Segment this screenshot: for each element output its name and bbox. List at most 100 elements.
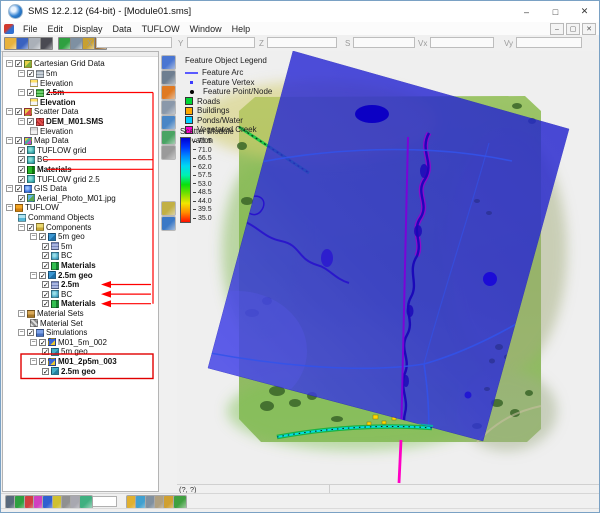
tree-item-elevation[interactable]: Elevation [3, 78, 73, 88]
visibility-checkbox[interactable]: ✓ [39, 233, 46, 240]
rotate-icon[interactable] [161, 85, 176, 100]
visibility-checkbox[interactable]: ✓ [27, 118, 34, 125]
mdi-close-button[interactable]: ✕ [582, 23, 596, 35]
visibility-checkbox[interactable]: ✓ [42, 291, 49, 298]
module-toolbar-field[interactable] [89, 496, 117, 507]
visibility-checkbox[interactable]: ✓ [27, 89, 34, 96]
visibility-checkbox[interactable]: ✓ [15, 137, 22, 144]
tree-item-2-5m-geo[interactable]: −✓2.5m geo [3, 270, 93, 280]
refresh-view-icon[interactable] [161, 216, 176, 231]
expander-icon[interactable]: − [18, 70, 25, 77]
visibility-checkbox[interactable]: ✓ [18, 147, 25, 154]
project-explorer[interactable]: −✓Cartesian Grid Data−✓5mElevation−✓2.5m… [2, 51, 159, 492]
expander-icon[interactable]: − [6, 137, 13, 144]
visibility-checkbox[interactable]: ✓ [39, 272, 46, 279]
tree-item-tuflow-grid-2-5[interactable]: ✓TUFLOW grid 2.5 [3, 174, 100, 184]
coord-input-vy[interactable] [516, 37, 582, 48]
visibility-checkbox[interactable]: ✓ [15, 108, 22, 115]
image-icon[interactable] [161, 130, 176, 145]
tree-item-2-5m-geo[interactable]: ✓2.5m geo [3, 366, 96, 376]
menu-window[interactable]: Window [185, 24, 227, 34]
tree-item-m01-5m-002[interactable]: −✓M01_5m_002 [3, 337, 107, 347]
menu-edit[interactable]: Edit [43, 24, 69, 34]
tree-item-aerial-photo-m01-jpg[interactable]: ✓Aerial_Photo_M01.jpg [3, 193, 116, 203]
quadtree-module-icon[interactable] [79, 495, 93, 509]
expander-icon[interactable]: − [6, 108, 13, 115]
visibility-checkbox[interactable]: ✓ [27, 70, 34, 77]
expander-icon[interactable]: − [30, 233, 37, 240]
tree-item-material-sets[interactable]: −Material Sets [3, 309, 84, 319]
coord-input-z[interactable] [267, 37, 337, 48]
coord-input-x[interactable] [96, 37, 172, 48]
mdi-restore-button[interactable]: ▢ [566, 23, 580, 35]
tree-item-tuflow-grid[interactable]: ✓TUFLOW grid [3, 145, 86, 155]
tree-item-cartesian-grid-data[interactable]: −✓Cartesian Grid Data [3, 59, 105, 69]
expander-icon[interactable]: − [30, 339, 37, 346]
tree-item-material-set[interactable]: Material Set [3, 318, 83, 328]
menu-file[interactable]: File [18, 24, 43, 34]
menu-display[interactable]: Display [68, 24, 108, 34]
srh-model-icon[interactable] [173, 495, 187, 509]
tree-item-components[interactable]: −✓Components [3, 222, 91, 232]
tree-item-materials[interactable]: ✓Materials [3, 299, 96, 309]
tree-item-map-data[interactable]: −✓Map Data [3, 136, 69, 146]
graphics-window[interactable]: Feature Object Legend Feature ArcFeature… [177, 51, 600, 484]
zoom-icon[interactable] [161, 70, 176, 85]
tree-item-tuflow[interactable]: −TUFLOW [3, 203, 59, 213]
expander-icon[interactable]: − [6, 204, 13, 211]
tree-item-elevation[interactable]: Elevation [3, 97, 76, 107]
expander-icon[interactable]: − [30, 358, 37, 365]
tree-item-2-5m[interactable]: −✓2.5m [3, 88, 64, 98]
tree-item-5m-geo[interactable]: −✓5m geo [3, 232, 85, 242]
tree-item-5m[interactable]: ✓5m [3, 241, 72, 251]
creek-arc-below[interactable] [399, 440, 401, 483]
tree-item-elevation[interactable]: Elevation [3, 126, 73, 136]
mdi-minimize-button[interactable]: – [550, 23, 564, 35]
menu-tuflow[interactable]: TUFLOW [137, 24, 185, 34]
mesh-quality-icon[interactable] [161, 201, 176, 216]
expander-icon[interactable]: − [30, 272, 37, 279]
select-icon[interactable] [161, 145, 176, 160]
menu-help[interactable]: Help [227, 24, 256, 34]
visibility-checkbox[interactable]: ✓ [42, 281, 49, 288]
visibility-checkbox[interactable]: ✓ [27, 329, 34, 336]
tree-item-2-5m[interactable]: ✓2.5m [3, 280, 79, 290]
tree-item-m01-2p5m-003[interactable]: −✓M01_2p5m_003 [3, 357, 117, 367]
tree-item-dem-m01-sms[interactable]: −✓DEM_M01.SMS [3, 117, 103, 127]
visibility-checkbox[interactable]: ✓ [18, 156, 25, 163]
expander-icon[interactable]: − [6, 60, 13, 67]
tree-item-materials[interactable]: ✓Materials [3, 165, 72, 175]
frame-icon[interactable] [161, 115, 176, 130]
visibility-checkbox[interactable]: ✓ [15, 185, 22, 192]
visibility-checkbox[interactable]: ✓ [42, 368, 49, 375]
tree-item-gis-data[interactable]: −✓GIS Data [3, 184, 67, 194]
visibility-checkbox[interactable]: ✓ [39, 339, 46, 346]
visibility-checkbox[interactable]: ✓ [27, 224, 34, 231]
visibility-checkbox[interactable]: ✓ [42, 348, 49, 355]
close-button[interactable]: ✕ [570, 1, 599, 22]
expander-icon[interactable]: − [18, 89, 25, 96]
tree-item-command-objects[interactable]: Command Objects [3, 213, 94, 223]
tree-item-scatter-data[interactable]: −✓Scatter Data [3, 107, 78, 117]
delete-icon[interactable] [40, 37, 53, 50]
tree-item-materials[interactable]: ✓Materials [3, 261, 96, 271]
expander-icon[interactable]: − [18, 118, 25, 125]
minimize-button[interactable]: – [512, 1, 541, 22]
menu-data[interactable]: Data [108, 24, 137, 34]
visibility-checkbox[interactable]: ✓ [39, 358, 46, 365]
tree-item-bc[interactable]: ✓BC [3, 251, 72, 261]
visibility-checkbox[interactable]: ✓ [15, 60, 22, 67]
coord-input-s[interactable] [353, 37, 415, 48]
maximize-button[interactable]: □ [541, 1, 570, 22]
expander-icon[interactable]: − [18, 310, 25, 317]
visibility-checkbox[interactable]: ✓ [18, 195, 25, 202]
coord-input-vx[interactable] [430, 37, 494, 48]
visibility-checkbox[interactable]: ✓ [42, 252, 49, 259]
visibility-checkbox[interactable]: ✓ [18, 176, 25, 183]
visibility-checkbox[interactable]: ✓ [42, 300, 49, 307]
coord-input-y[interactable] [187, 37, 255, 48]
tree-splitter[interactable] [3, 52, 158, 57]
visibility-checkbox[interactable]: ✓ [42, 262, 49, 269]
visibility-checkbox[interactable]: ✓ [42, 243, 49, 250]
display-options-icon[interactable] [161, 100, 176, 115]
